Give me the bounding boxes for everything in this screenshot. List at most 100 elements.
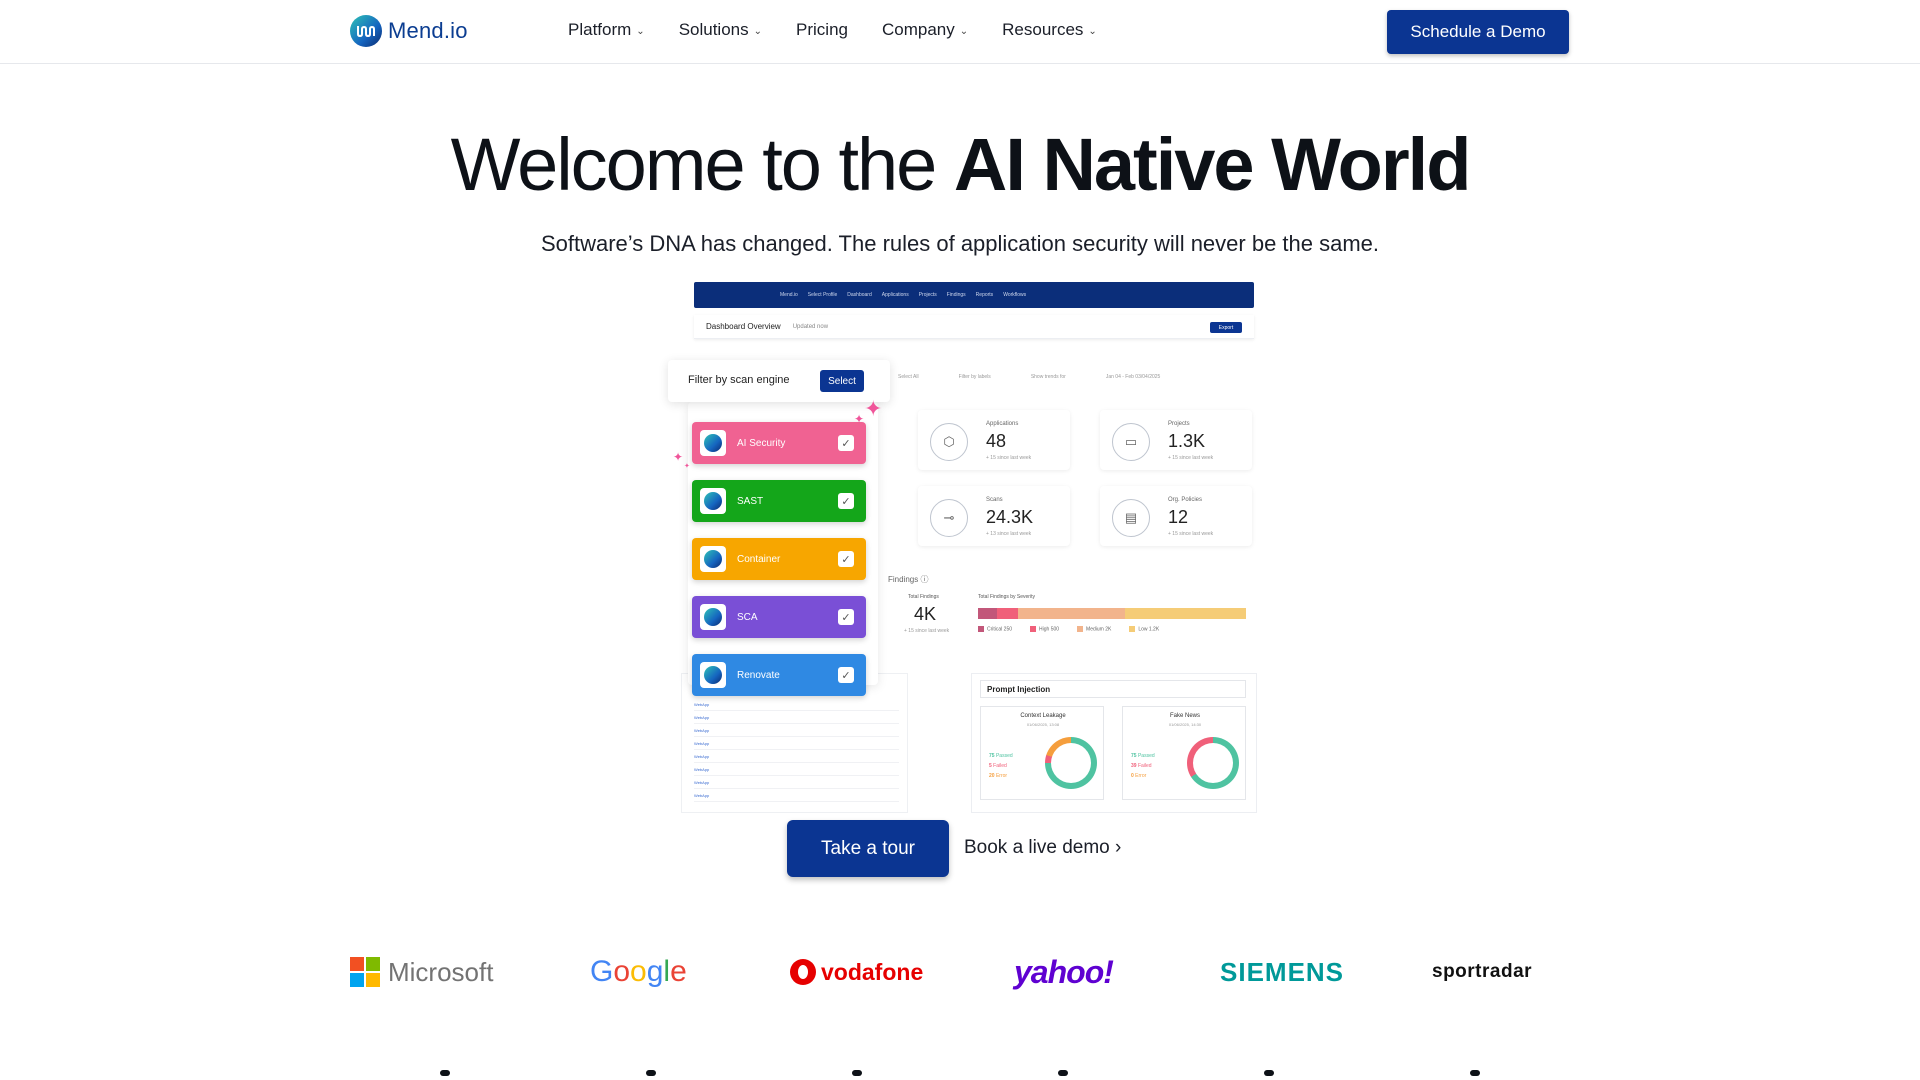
stat-value: 48 (986, 431, 1007, 451)
failed-count: 39 (1131, 763, 1137, 769)
mockup-topbar-item: Reports (975, 292, 994, 298)
table-row: WebApp (694, 780, 710, 785)
table-row: WebApp (694, 793, 710, 798)
engine-renovate: Renovate ✓ (692, 654, 866, 696)
checkbox-checked-icon: ✓ (838, 493, 854, 509)
stat-value: 1.3K (1168, 431, 1206, 451)
mockup-topbar-item: Mend.io (780, 292, 798, 298)
mockup-topbar-item: Findings (946, 292, 966, 298)
hero-subtitle: Software’s DNA has changed. The rules of… (540, 231, 1380, 256)
mockup-toolbar: Dashboard Overview Updated now Export (694, 315, 1254, 339)
stat-value: 24.3K (986, 507, 1034, 527)
vodafone-wrap: vodafone (790, 959, 923, 986)
microsoft-icon (350, 957, 380, 987)
filter-scan-engine: Filter by scan engine Select (668, 360, 890, 402)
table-row-divider (694, 723, 899, 724)
chevron-down-icon: ⌄ (959, 25, 969, 37)
mockup-filter-row: Select All Filter by labels Show trends … (898, 374, 1160, 380)
stat-card-projects: ▭ Projects 1.3K + 15 since last week (1100, 410, 1252, 470)
passed-label: Passed (1137, 753, 1155, 759)
severity-legend-item: Critical 250 (978, 626, 1012, 632)
sub-card-date: 01/06/2025, 13:08 (1026, 722, 1060, 727)
engine-label: Renovate (737, 669, 780, 681)
microsoft-logo: Microsoft (350, 950, 493, 994)
mockup-topbar: Mend.io Select Profile Dashboard Applica… (694, 282, 1254, 308)
sparkle-icon: ✦ (673, 450, 684, 464)
checkbox-checked-icon: ✓ (838, 435, 854, 451)
stat-label: Applications (986, 421, 1019, 427)
context-leakage-card: Context Leakage 01/06/2025, 13:08 75 Pas… (980, 706, 1104, 800)
stat-label: Projects (1168, 421, 1190, 427)
nav-pricing[interactable]: Pricing (796, 20, 848, 40)
mockup-updated-text: Updated now (792, 323, 829, 330)
error-label: Error (995, 773, 1008, 779)
engine-label: SAST (737, 495, 764, 507)
microsoft-square (350, 973, 364, 987)
stat-note: + 13 since last week (986, 531, 1032, 537)
mend-logo[interactable]: Mend.io (350, 15, 468, 47)
table-row-divider (694, 788, 899, 789)
mend-logo-icon (700, 662, 726, 688)
severity-label: Total Findings by Severity (978, 594, 1035, 600)
error-count: 0 (1131, 773, 1134, 779)
stat-note: + 15 since last week (1168, 531, 1214, 537)
sparkle-icon: ✦ (864, 396, 883, 421)
mend-logo-icon (700, 546, 726, 572)
table-row: WebApp (694, 702, 710, 707)
failed-stat: 39 Failed (1131, 761, 1155, 771)
schedule-demo-button[interactable]: Schedule a Demo (1387, 10, 1569, 54)
table-row-divider (694, 749, 899, 750)
engine-label: AI Security (737, 437, 786, 449)
error-stat: 20 Error (989, 771, 1013, 781)
chevron-down-icon: ⌄ (1088, 25, 1097, 37)
main-nav: Platform ⌄ Solutions ⌄ Pricing Company ⌄ Re… (568, 20, 1097, 40)
error-count: 20 (989, 773, 995, 779)
sub-card-stats: 75 Passed 5 Failed 20 Error (989, 751, 1013, 781)
mockup-export-button: Export (1210, 322, 1242, 333)
filter-label: Filter by scan engine (688, 374, 790, 386)
siemens-text: SIEMENS (1220, 956, 1345, 987)
total-findings-value: 4K (914, 604, 937, 624)
findings-title: Findings ⓘ (888, 575, 929, 584)
sportradar-text: sportradar (1432, 961, 1533, 982)
take-tour-button[interactable]: Take a tour (787, 820, 949, 877)
checkbox-checked-icon: ✓ (838, 667, 854, 683)
nav-solutions[interactable]: Solutions ⌄ (679, 20, 762, 40)
vodafone-icon (790, 959, 816, 985)
sparkle-icon: ✦ (684, 463, 690, 470)
hero-title: Welcome to the AI Native World (0, 122, 1920, 207)
mockup-topbar-item: Select Profile (807, 292, 838, 298)
severity-legend-item: Medium 2K (1077, 626, 1111, 632)
hero-title-bold: AI Native World (953, 123, 1471, 206)
context-leakage-donut (1045, 737, 1097, 789)
nav-label: Resources (1002, 20, 1084, 39)
error-stat: 0 Error (1131, 771, 1155, 781)
nav-company[interactable]: Company ⌄ (882, 20, 968, 40)
nav-platform[interactable]: Platform ⌄ (568, 20, 645, 40)
site-header: Mend.io Platform ⌄ Solutions ⌄ Pricing Com… (0, 0, 1920, 64)
nav-label: Pricing (796, 20, 848, 39)
failed-label: Failed (993, 763, 1007, 769)
stat-note: + 15 since last week (986, 455, 1032, 461)
prompt-injection-title: Prompt Injection (980, 680, 1246, 698)
yahoo-text: yahoo! (1014, 953, 1114, 990)
engine-sast: SAST ✓ (692, 480, 866, 522)
passed-stat: 75 Passed (989, 751, 1013, 761)
fake-news-donut (1187, 737, 1239, 789)
mockup-filter: Jan 04 - Feb 03/04/2025 (1105, 374, 1161, 380)
book-live-demo-link[interactable]: Book a live demo › (964, 837, 1121, 859)
stat-card-scans: ⊸ Scans 24.3K + 13 since last week (918, 486, 1070, 546)
nav-label: Platform (568, 20, 632, 39)
table-row: WebApp (694, 767, 710, 772)
nav-resources[interactable]: Resources ⌄ (1002, 20, 1097, 40)
stat-card-policies: ▤ Org. Policies 12 + 15 since last week (1100, 486, 1252, 546)
mockup-topbar-item: Dashboard (847, 292, 872, 298)
prompt-injection-panel: Prompt Injection Context Leakage 01/06/2… (972, 674, 1256, 812)
table-row-divider (694, 710, 899, 711)
hero-title-light: Welcome to the (450, 123, 954, 206)
mockup-topbar-item: Projects (918, 292, 937, 298)
findings-panel: Findings ⓘ Total Findings 4K + 15 since … (878, 572, 1253, 652)
folder-icon: ▭ (1112, 423, 1150, 461)
engine-container: Container ✓ (692, 538, 866, 580)
microsoft-square (350, 957, 364, 971)
